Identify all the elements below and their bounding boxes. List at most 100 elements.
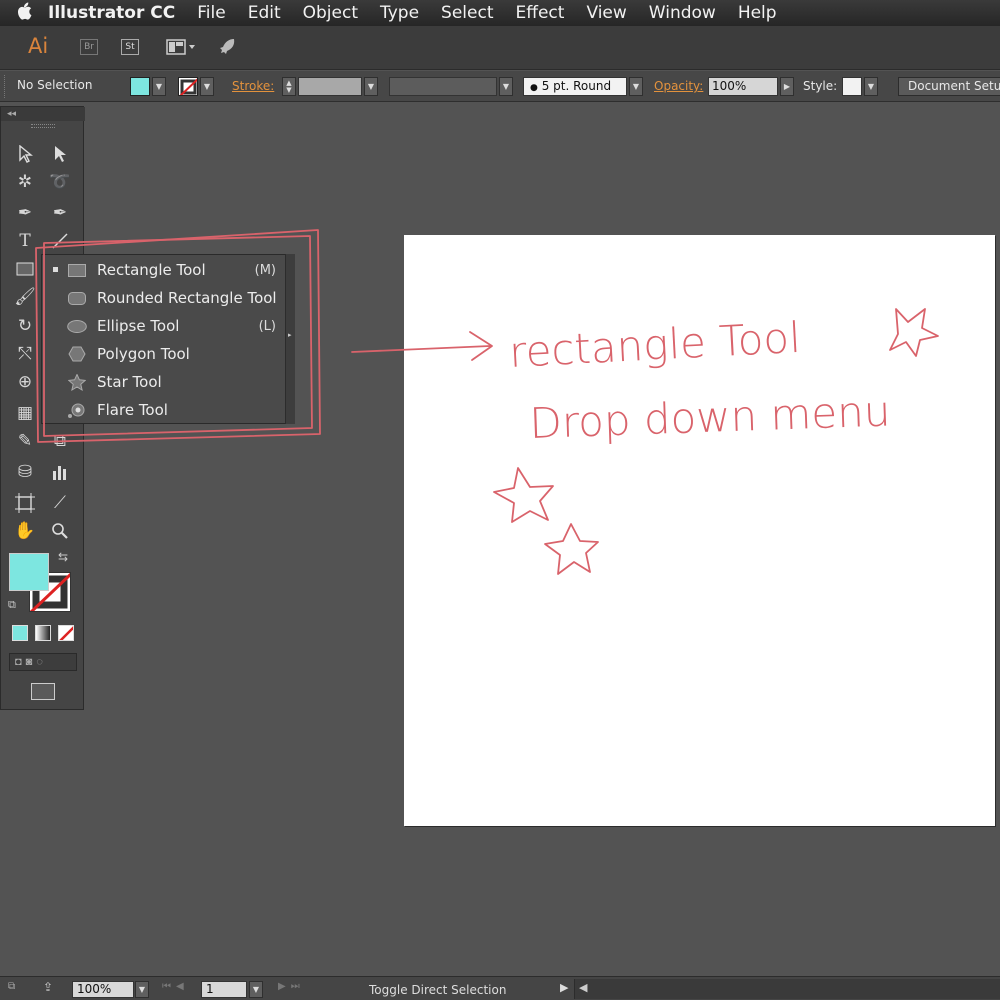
selection-tool[interactable] bbox=[10, 141, 40, 167]
polygon-icon bbox=[67, 346, 87, 362]
column-graph-icon bbox=[53, 466, 66, 480]
swap-fill-stroke-icon[interactable]: ⇆ bbox=[58, 550, 68, 564]
opacity-field[interactable]: 100% bbox=[708, 77, 778, 96]
menu-effect[interactable]: Effect bbox=[516, 3, 565, 23]
opacity-label[interactable]: Opacity: bbox=[654, 79, 703, 98]
pen-tool[interactable]: ✒ bbox=[10, 200, 40, 226]
share-icon[interactable]: ⇪ bbox=[43, 980, 53, 994]
blend-tool[interactable]: ⧉ bbox=[45, 428, 75, 454]
zoom-magnifier-icon bbox=[52, 523, 68, 539]
draw-behind-icon[interactable]: ◙ bbox=[26, 656, 33, 668]
flyout-item-rectangle[interactable]: Rectangle Tool (M) bbox=[42, 256, 282, 284]
gradient-mode-button[interactable] bbox=[35, 625, 51, 641]
paintbrush-icon: 🖌 bbox=[14, 287, 36, 307]
style-dropdown[interactable]: ▼ bbox=[864, 77, 878, 96]
brush-definition-field[interactable]: ● 5 pt. Round bbox=[523, 77, 627, 96]
hand-tool[interactable]: ✋ bbox=[10, 518, 40, 544]
sync-button[interactable] bbox=[216, 36, 238, 58]
style-label: Style: bbox=[803, 79, 838, 93]
none-mode-button[interactable] bbox=[58, 625, 74, 641]
draw-inside-icon[interactable]: ◌ bbox=[36, 656, 43, 668]
tools-panel-header[interactable]: ◂◂ bbox=[1, 107, 85, 121]
stroke-label[interactable]: Stroke: bbox=[232, 79, 274, 98]
fill-color-box[interactable] bbox=[9, 553, 49, 591]
stock-button[interactable]: St bbox=[121, 39, 139, 55]
scroll-left-icon[interactable]: ◀ bbox=[579, 981, 587, 994]
menu-window[interactable]: Window bbox=[649, 3, 716, 23]
mesh-icon: ▦ bbox=[16, 403, 34, 423]
application-bar: Ai Br St bbox=[0, 26, 1000, 70]
first-prev-artboard-icon[interactable]: ⏮◀ bbox=[162, 981, 189, 992]
paintbrush-tool[interactable]: 🖌 bbox=[10, 284, 40, 310]
flyout-tearoff-bar[interactable]: ▸ bbox=[285, 254, 295, 424]
artboard-icon bbox=[15, 493, 35, 513]
flyout-item-flare[interactable]: Flare Tool bbox=[42, 396, 282, 424]
tearoff-arrow-icon: ▸ bbox=[288, 332, 292, 339]
next-last-artboard-icon[interactable]: ▶⏭ bbox=[278, 981, 305, 992]
horizontal-scrollbar[interactable]: ◀ bbox=[574, 979, 1000, 999]
rotate-icon: ↻ bbox=[17, 316, 33, 336]
apple-menu-icon[interactable] bbox=[0, 2, 48, 25]
stroke-swatch[interactable] bbox=[178, 77, 198, 96]
screen-mode-button[interactable] bbox=[31, 683, 55, 700]
direct-selection-tool[interactable] bbox=[45, 141, 75, 167]
zoom-dropdown[interactable]: ▼ bbox=[135, 981, 149, 998]
arrange-documents-icon bbox=[166, 39, 195, 55]
status-menu-arrow-icon[interactable]: ▶ bbox=[560, 981, 568, 994]
brush-dropdown[interactable]: ▼ bbox=[629, 77, 643, 96]
menu-file[interactable]: File bbox=[197, 3, 225, 23]
variable-width-dropdown[interactable]: ▼ bbox=[499, 77, 513, 96]
shape-builder-tool[interactable]: ⊕ bbox=[10, 369, 40, 395]
flyout-item-star[interactable]: Star Tool bbox=[42, 368, 282, 396]
curvature-tool[interactable]: ✒ bbox=[45, 200, 75, 226]
rectangle-tool[interactable] bbox=[10, 256, 40, 282]
slice-tool[interactable]: ⟋ bbox=[45, 490, 75, 516]
artboard-number-field[interactable]: 1 bbox=[201, 981, 247, 998]
flyout-item-rounded-rectangle[interactable]: Rounded Rectangle Tool bbox=[42, 284, 282, 312]
stroke-weight-field[interactable] bbox=[298, 77, 362, 96]
drawing-modes: ◘ ◙ ◌ bbox=[9, 653, 77, 671]
color-mode-button[interactable] bbox=[12, 625, 28, 641]
column-graph-tool[interactable] bbox=[45, 459, 75, 485]
draw-normal-icon[interactable]: ◘ bbox=[15, 656, 22, 668]
menu-view[interactable]: View bbox=[586, 3, 626, 23]
zoom-tool[interactable] bbox=[45, 518, 75, 544]
bridge-button[interactable]: Br bbox=[80, 39, 98, 55]
tools-panel-grip[interactable] bbox=[31, 124, 55, 128]
opacity-arrow[interactable]: ▶ bbox=[780, 77, 794, 96]
stroke-weight-stepper[interactable]: ▲ ▼ bbox=[282, 77, 296, 96]
fill-swatch[interactable] bbox=[130, 77, 150, 96]
fill-dropdown[interactable]: ▼ bbox=[152, 77, 166, 96]
line-segment-tool[interactable] bbox=[45, 228, 75, 254]
arrange-documents-button[interactable] bbox=[166, 38, 200, 56]
mesh-tool[interactable]: ▦ bbox=[10, 400, 40, 426]
type-tool[interactable]: T bbox=[10, 228, 40, 254]
type-icon: T bbox=[19, 231, 31, 251]
lasso-tool[interactable]: ➰ bbox=[45, 169, 75, 195]
symbol-sprayer-tool[interactable]: ⛁ bbox=[10, 459, 40, 485]
status-text[interactable]: Toggle Direct Selection bbox=[369, 983, 506, 997]
rotate-tool[interactable]: ↻ bbox=[10, 313, 40, 339]
flyout-item-polygon[interactable]: Polygon Tool bbox=[42, 340, 282, 368]
menu-object[interactable]: Object bbox=[303, 3, 358, 23]
menu-help[interactable]: Help bbox=[738, 3, 777, 23]
artboard-dropdown[interactable]: ▼ bbox=[249, 981, 263, 998]
menu-select[interactable]: Select bbox=[441, 3, 493, 23]
magic-wand-tool[interactable]: ✲ bbox=[10, 169, 40, 195]
app-name-menu[interactable]: Illustrator CC bbox=[48, 3, 175, 23]
menu-edit[interactable]: Edit bbox=[248, 3, 281, 23]
eyedropper-tool[interactable]: ✎ bbox=[10, 428, 40, 454]
artboard-tool[interactable] bbox=[10, 490, 40, 516]
width-tool[interactable]: ⤲ bbox=[10, 341, 40, 367]
stroke-dropdown[interactable]: ▼ bbox=[200, 77, 214, 96]
stroke-weight-dropdown[interactable]: ▼ bbox=[364, 77, 378, 96]
menu-type[interactable]: Type bbox=[380, 3, 419, 23]
variable-width-profile[interactable] bbox=[389, 77, 497, 96]
artboard[interactable] bbox=[404, 235, 995, 826]
style-swatch[interactable] bbox=[842, 77, 862, 96]
flyout-item-ellipse[interactable]: Ellipse Tool (L) bbox=[42, 312, 282, 340]
default-fill-stroke-icon[interactable]: ⧉ bbox=[8, 599, 16, 612]
zoom-field[interactable]: 100% bbox=[72, 981, 134, 998]
document-setup-button[interactable]: Document Setup bbox=[898, 77, 1000, 96]
control-bar-grip[interactable] bbox=[4, 75, 8, 98]
